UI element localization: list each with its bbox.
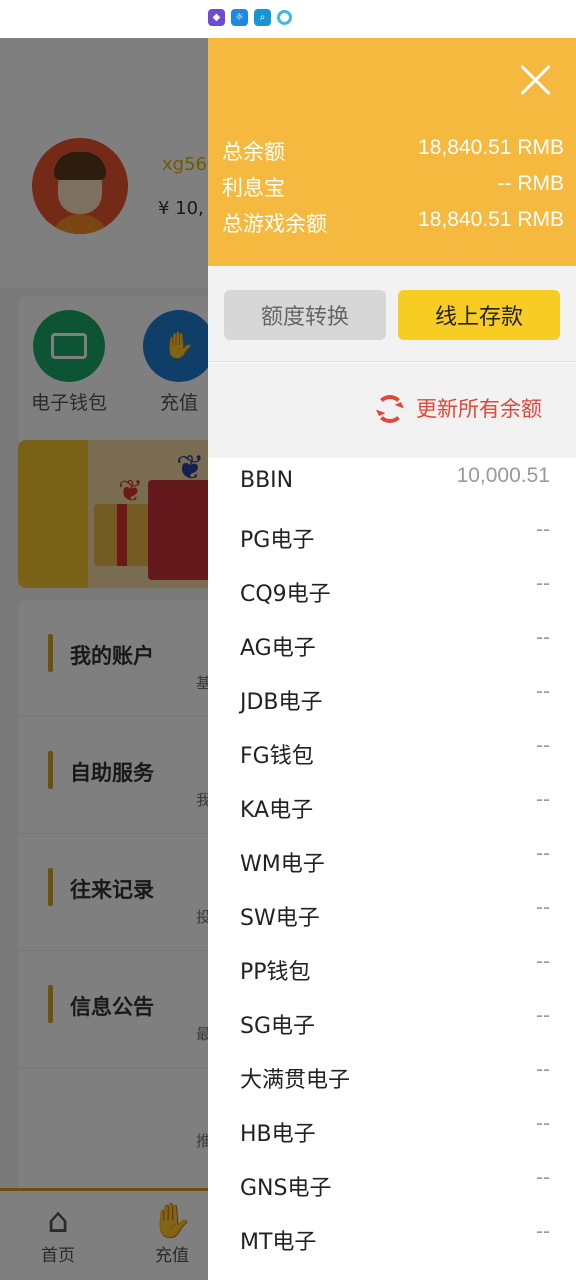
game-row[interactable]: HB电子 --	[208, 1106, 576, 1160]
game-name: BBIN	[240, 468, 294, 493]
game-balance: --	[536, 1004, 550, 1027]
game-balance: --	[536, 842, 550, 865]
game-row[interactable]: FG钱包 --	[208, 728, 576, 782]
game-name: HB电子	[240, 1122, 316, 1147]
balance-value: 18,840.51 RMB	[418, 208, 564, 231]
game-row[interactable]: WM电子 --	[208, 836, 576, 890]
game-name: FG钱包	[240, 744, 314, 769]
game-name: MT电子	[240, 1230, 317, 1255]
balance-label: 总游戏余额	[222, 212, 327, 236]
game-name: KA电子	[240, 798, 314, 823]
game-row[interactable]: CQ9电子 --	[208, 566, 576, 620]
game-balance: 10,000.51	[456, 464, 550, 487]
close-icon[interactable]	[516, 60, 556, 100]
game-row[interactable]: KA电子 --	[208, 782, 576, 836]
game-name: SG电子	[240, 1014, 316, 1039]
game-row[interactable]: PP钱包 --	[208, 944, 576, 998]
game-balance: --	[536, 680, 550, 703]
game-name: 大满贯电子	[240, 1068, 351, 1093]
game-balance: --	[536, 626, 550, 649]
game-name: CQ9电子	[240, 582, 331, 607]
online-deposit-button[interactable]: 线上存款	[398, 290, 560, 340]
game-balance: --	[536, 788, 550, 811]
balance-value: -- RMB	[497, 172, 565, 195]
game-balance: --	[536, 950, 550, 973]
balance-row-game-total: 总游戏余额 18,840.51 RMB	[222, 208, 564, 242]
game-row[interactable]: SW电子 --	[208, 890, 576, 944]
ring-notification-icon	[277, 10, 292, 25]
drawer-actions: 额度转换 线上存款	[208, 266, 576, 362]
game-balance: --	[536, 734, 550, 757]
game-row[interactable]: GNS电子 --	[208, 1160, 576, 1214]
game-row[interactable]: PG电子 --	[208, 512, 576, 566]
status-icons: ◆ ☼ ⌕	[208, 9, 292, 26]
balance-row-total: 总余额 18,840.51 RMB	[222, 136, 564, 170]
game-balance: --	[536, 1220, 550, 1243]
game-row[interactable]: AG电子 --	[208, 620, 576, 674]
balance-label: 利息宝	[222, 176, 285, 200]
bulb-notification-icon: ☼	[231, 9, 248, 26]
app-notification-icon: ◆	[208, 9, 225, 26]
game-name: AG电子	[240, 636, 316, 661]
refresh-icon	[376, 395, 404, 423]
game-balance: --	[536, 572, 550, 595]
game-name: PP钱包	[240, 960, 311, 985]
game-balance: --	[536, 1166, 550, 1189]
game-row[interactable]: 大满贯电子 --	[208, 1052, 576, 1106]
game-balance: --	[536, 1112, 550, 1135]
search-notification-icon: ⌕	[254, 9, 271, 26]
balance-value: 18,840.51 RMB	[418, 136, 564, 159]
refresh-label: 更新所有余额	[416, 397, 542, 421]
game-balance: --	[536, 896, 550, 919]
balance-drawer: 总余额 18,840.51 RMB 利息宝 -- RMB 总游戏余额 18,84…	[208, 38, 576, 1280]
game-name: PG电子	[240, 528, 315, 553]
game-name: GNS电子	[240, 1176, 332, 1201]
game-balance: --	[536, 1058, 550, 1081]
game-row[interactable]: MT电子 --	[208, 1214, 576, 1268]
balance-label: 总余额	[222, 140, 285, 164]
refresh-all-balances[interactable]: 更新所有余额	[208, 363, 576, 458]
game-name: SW电子	[240, 906, 320, 931]
game-balance: --	[536, 518, 550, 541]
transfer-button[interactable]: 额度转换	[224, 290, 386, 340]
game-row[interactable]: JDB电子 --	[208, 674, 576, 728]
drawer-header: 总余额 18,840.51 RMB 利息宝 -- RMB 总游戏余额 18,84…	[208, 38, 576, 266]
game-row[interactable]: BBIN 10,000.51	[208, 458, 576, 512]
game-name: WM电子	[240, 852, 325, 877]
balance-row-interest: 利息宝 -- RMB	[222, 172, 564, 206]
status-bar: ◆ ☼ ⌕	[0, 0, 576, 38]
game-row[interactable]: SG电子 --	[208, 998, 576, 1052]
game-name: JDB电子	[240, 690, 323, 715]
